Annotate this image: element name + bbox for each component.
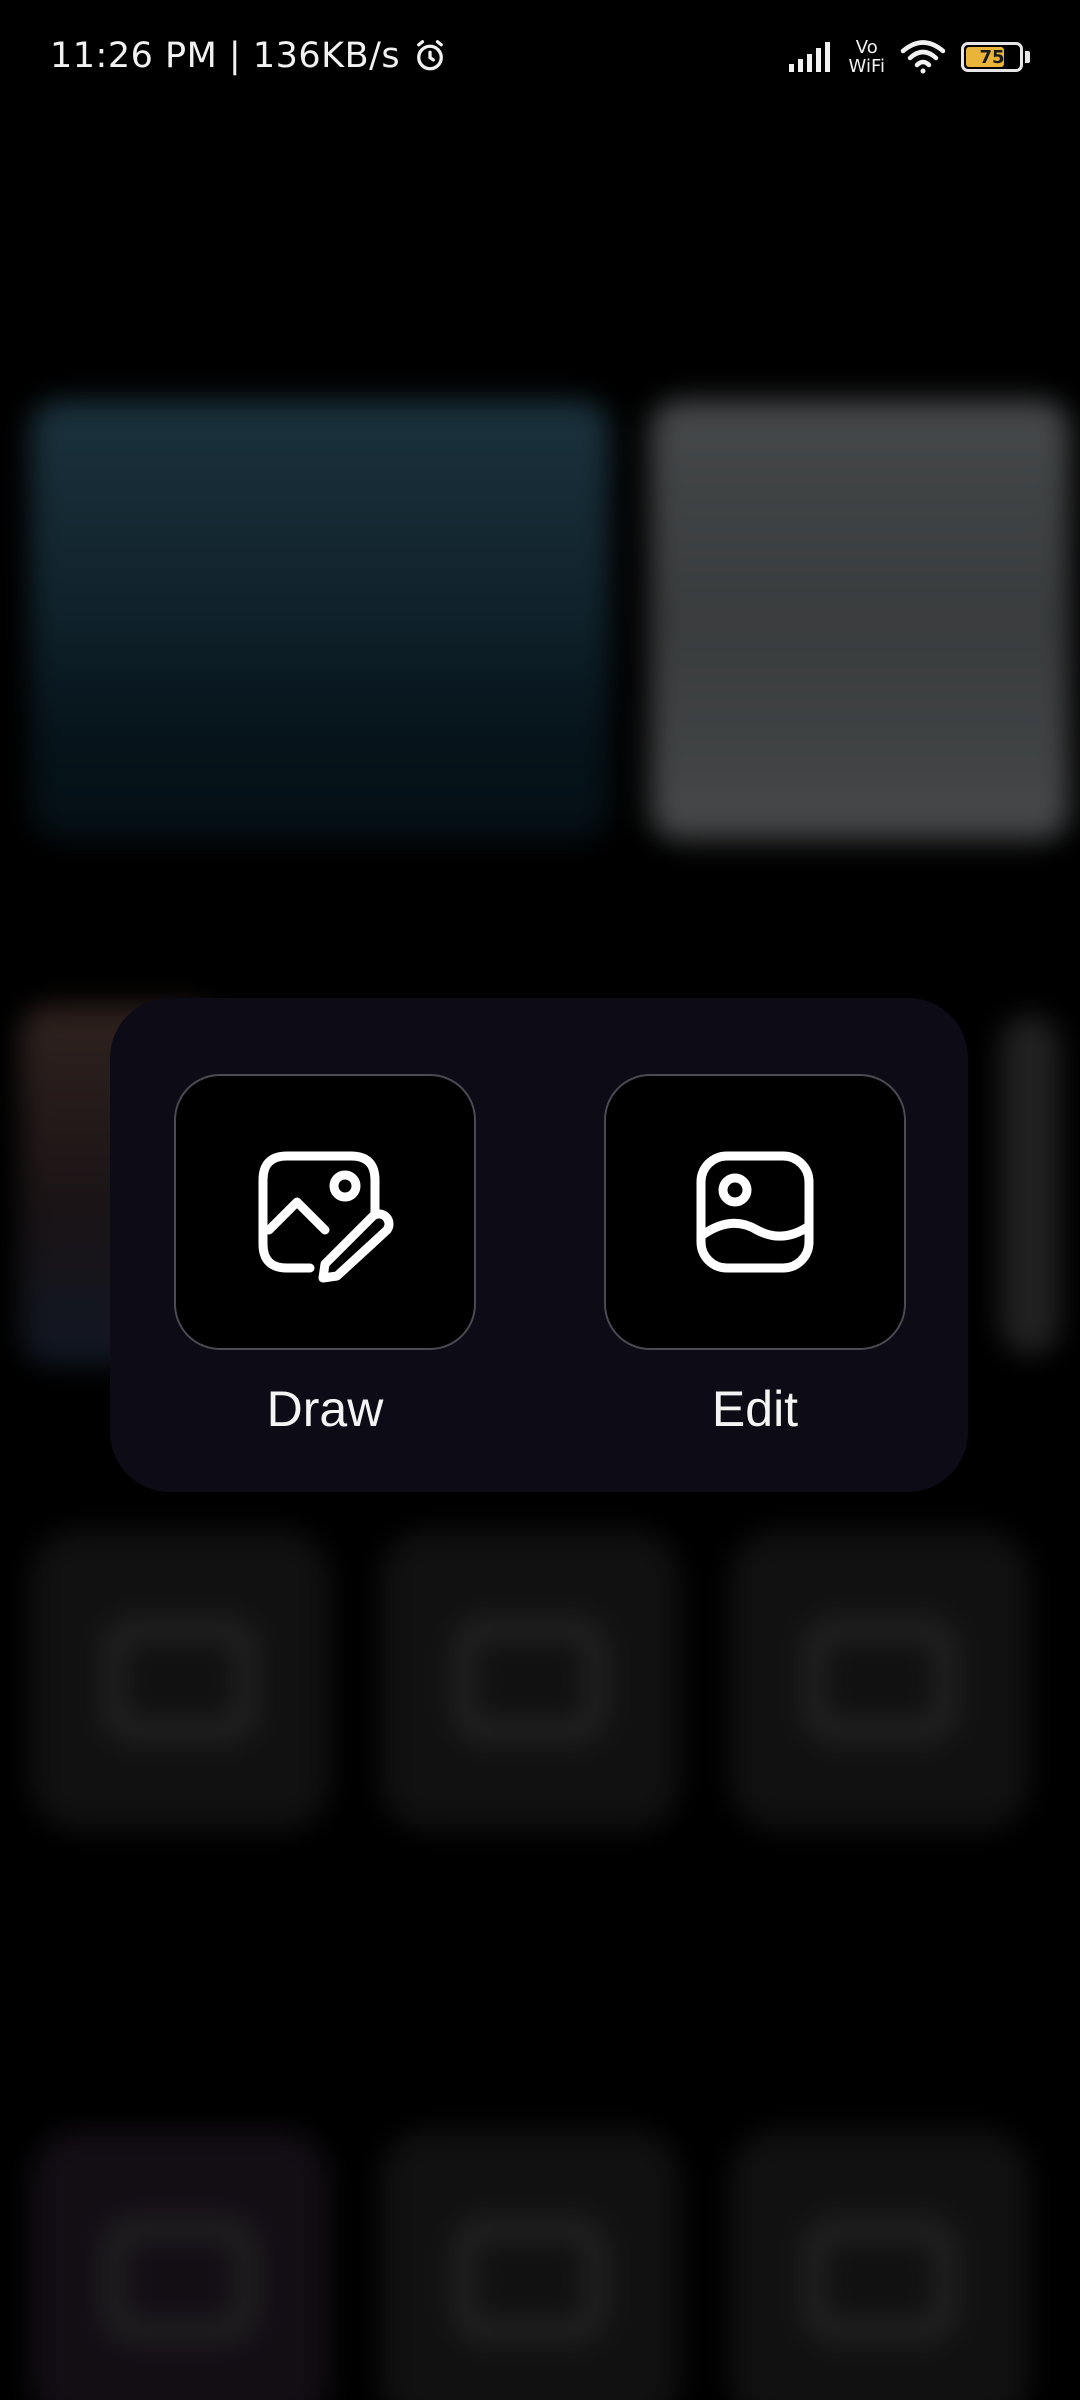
edit-action[interactable]: Edit: [602, 1074, 908, 1438]
vowifi-top-label: Vo: [855, 37, 878, 58]
battery-tip: [1025, 51, 1030, 63]
edit-label: Edit: [711, 1381, 799, 1437]
photo-thumbnail[interactable]: [30, 400, 610, 840]
gear-icon: [455, 2220, 605, 2340]
signal-icon: [788, 42, 830, 72]
image-edit-icon: [258, 1151, 394, 1283]
tool-tile[interactable]: [30, 2130, 330, 2400]
wifi-icon: [900, 40, 946, 74]
status-right: Vo WiFi 75: [787, 38, 1030, 76]
tool-tile[interactable]: [730, 1530, 1030, 1830]
battery-icon: 75: [961, 42, 1023, 72]
photo-thumbnail[interactable]: [650, 400, 1070, 840]
crop-icon: [805, 2220, 955, 2340]
draw-label: Draw: [266, 1381, 384, 1437]
battery-level: 75: [979, 46, 1005, 68]
tool-tile[interactable]: [380, 2130, 680, 2400]
camera-icon: [105, 1620, 255, 1740]
tool-tile[interactable]: [730, 2130, 1030, 2400]
image-icon: [696, 1151, 814, 1273]
alarm-icon: [417, 40, 444, 71]
draw-action[interactable]: Draw: [172, 1074, 478, 1438]
status-left: 11:26 PM | 136KB/s: [50, 36, 448, 76]
screen: 11:26 PM | 136KB/s Vo WiFi 75 Draw Edit: [0, 0, 1080, 2400]
status-bar: 11:26 PM | 136KB/s Vo WiFi 75: [0, 0, 1080, 120]
link-icon: [805, 1620, 955, 1740]
pen-icon: [105, 2220, 255, 2340]
draw-button[interactable]: [174, 1074, 476, 1350]
folder-icon: [455, 1620, 605, 1740]
action-popup: Draw Edit: [110, 998, 968, 1492]
tool-tile[interactable]: [380, 1530, 680, 1830]
vowifi-indicator: Vo WiFi: [849, 38, 885, 76]
photo-thumbnail[interactable]: [1000, 1015, 1060, 1355]
vowifi-bottom-label: WiFi: [848, 56, 885, 77]
clock-and-network-speed: 11:26 PM | 136KB/s: [50, 36, 401, 76]
tool-tile[interactable]: [30, 1530, 330, 1830]
edit-button[interactable]: [604, 1074, 906, 1350]
